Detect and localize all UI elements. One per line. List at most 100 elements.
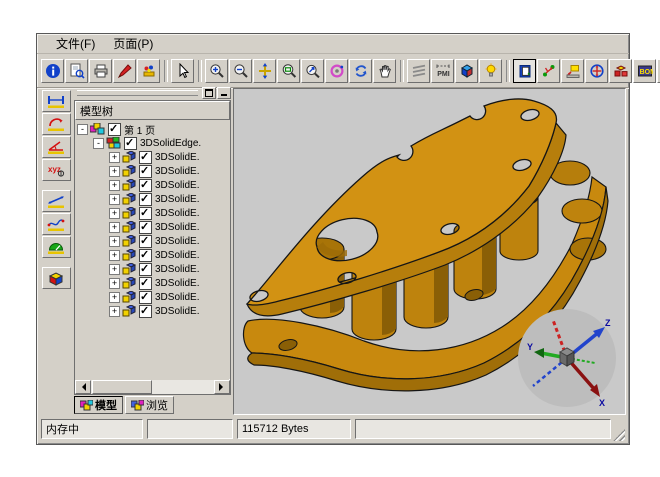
checkbox[interactable] xyxy=(139,263,152,276)
panel-hide-button[interactable] xyxy=(217,87,231,99)
move-part-button[interactable] xyxy=(561,59,584,83)
coordinate-xyz-button[interactable]: xyz xyxy=(42,159,71,181)
zoom-window-button[interactable] xyxy=(277,59,300,83)
expander-icon[interactable]: + xyxy=(109,208,120,219)
checkbox[interactable] xyxy=(139,179,152,192)
explode-button[interactable] xyxy=(609,59,632,83)
tree-item-part[interactable]: +3DSolidE. xyxy=(77,164,230,178)
checkbox[interactable] xyxy=(139,277,152,290)
tree-item-label[interactable]: 3DSolidE. xyxy=(155,306,199,317)
gauge-button[interactable] xyxy=(42,236,71,258)
light-button[interactable] xyxy=(479,59,502,83)
checkbox[interactable] xyxy=(139,291,152,304)
tree-item-label[interactable]: 3DSolidEdge. xyxy=(140,138,201,149)
tree-item-assembly[interactable]: - 3DSolidEdge. xyxy=(77,136,230,150)
layers-button[interactable] xyxy=(407,59,430,83)
resize-grip[interactable] xyxy=(613,429,625,441)
tree-item-part[interactable]: +3DSolidE. xyxy=(77,304,230,318)
tree-item-label[interactable]: 3DSolidE. xyxy=(155,208,199,219)
tree-item-page[interactable]: - 第 1 页 xyxy=(77,122,230,136)
checkbox[interactable] xyxy=(108,123,121,136)
viewport-3d[interactable]: Z Y X xyxy=(233,88,626,415)
scrollbar-thumb[interactable] xyxy=(92,380,152,394)
zoom-dynamic-button[interactable] xyxy=(301,59,324,83)
expander-icon[interactable]: + xyxy=(109,292,120,303)
checkbox[interactable] xyxy=(139,235,152,248)
refresh-button[interactable] xyxy=(349,59,372,83)
orientation-widget[interactable]: Z Y X xyxy=(515,306,619,410)
zoom-in-button[interactable] xyxy=(205,59,228,83)
checkbox[interactable] xyxy=(139,305,152,318)
panel-float-button[interactable] xyxy=(202,87,216,99)
zoom-out-button[interactable] xyxy=(229,59,252,83)
print-button[interactable] xyxy=(89,59,112,83)
measure-length-button[interactable] xyxy=(42,90,71,112)
menu-file[interactable]: 文件(F) xyxy=(47,33,104,54)
expander-icon[interactable]: + xyxy=(109,222,120,233)
tree-item-part[interactable]: +3DSolidE. xyxy=(77,220,230,234)
expander-icon[interactable]: + xyxy=(109,152,120,163)
open-document-button[interactable] xyxy=(65,59,88,83)
bom-button[interactable]: BOM xyxy=(633,59,656,83)
checkbox[interactable] xyxy=(139,207,152,220)
tree-item-label[interactable]: 3DSolidE. xyxy=(155,250,199,261)
expander-icon[interactable]: + xyxy=(109,236,120,247)
measure-distance-button[interactable] xyxy=(42,190,71,212)
tree-item-part[interactable]: +3DSolidE. xyxy=(77,248,230,262)
tree-item-label[interactable]: 第 1 页 xyxy=(124,122,155,137)
expander-icon[interactable]: + xyxy=(109,264,120,275)
tree-item-label[interactable]: 3DSolidE. xyxy=(155,292,199,303)
pan-cross-button[interactable] xyxy=(253,59,276,83)
notebook-button[interactable] xyxy=(513,59,536,83)
expander-icon[interactable]: + xyxy=(109,194,120,205)
measure-radius-button[interactable] xyxy=(42,113,71,135)
info-button[interactable] xyxy=(41,59,64,83)
menu-page[interactable]: 页面(P) xyxy=(104,33,162,54)
measure-curve-button[interactable] xyxy=(42,213,71,235)
checkbox[interactable] xyxy=(139,151,152,164)
tab-model[interactable]: 模型 xyxy=(74,396,123,414)
tree-item-part[interactable]: +3DSolidE. xyxy=(77,206,230,220)
select-button[interactable] xyxy=(171,59,194,83)
tree-item-label[interactable]: 3DSolidE. xyxy=(155,278,199,289)
tree-item-part[interactable]: +3DSolidE. xyxy=(77,150,230,164)
tree-horizontal-scrollbar[interactable] xyxy=(75,380,230,394)
tree-item-label[interactable]: 3DSolidE. xyxy=(155,194,199,205)
checkbox[interactable] xyxy=(139,221,152,234)
expander-icon[interactable]: + xyxy=(109,180,120,191)
checkbox[interactable] xyxy=(139,165,152,178)
expander-icon[interactable]: + xyxy=(109,278,120,289)
tab-browse[interactable]: 浏览 xyxy=(125,396,174,414)
scroll-left-button[interactable] xyxy=(75,380,91,394)
measure-angle-button[interactable] xyxy=(42,136,71,158)
stamp-color-button[interactable] xyxy=(137,59,160,83)
pan-hand-button[interactable] xyxy=(373,59,396,83)
checkbox[interactable] xyxy=(124,137,137,150)
expander-icon[interactable]: - xyxy=(77,124,88,135)
tree-item-label[interactable]: 3DSolidE. xyxy=(155,152,199,163)
panel-gripper-icon[interactable] xyxy=(77,90,198,96)
checkbox[interactable] xyxy=(139,249,152,262)
expander-icon[interactable]: + xyxy=(109,306,120,317)
orbit-button[interactable] xyxy=(585,59,608,83)
expander-icon[interactable]: + xyxy=(109,166,120,177)
tree-item-part[interactable]: +3DSolidE. xyxy=(77,192,230,206)
tree-item-label[interactable]: 3DSolidE. xyxy=(155,180,199,191)
assembly-nav-button[interactable] xyxy=(537,59,560,83)
tree-item-part[interactable]: +3DSolidE. xyxy=(77,276,230,290)
rotate-view-button[interactable] xyxy=(325,59,348,83)
tree-item-label[interactable]: 3DSolidE. xyxy=(155,236,199,247)
tree-item-part[interactable]: +3DSolidE. xyxy=(77,262,230,276)
model-tree[interactable]: - 第 1 页 - 3DSolidEdge. +3DSolidE. +3DSol… xyxy=(75,120,230,379)
tree-item-label[interactable]: 3DSolidE. xyxy=(155,222,199,233)
pmi-button[interactable]: PMI xyxy=(431,59,454,83)
tree-item-label[interactable]: 3DSolidE. xyxy=(155,166,199,177)
expander-icon[interactable]: + xyxy=(109,250,120,261)
solid-volume-button[interactable] xyxy=(42,267,71,289)
panel-titlebar[interactable] xyxy=(74,88,231,98)
checkbox[interactable] xyxy=(139,193,152,206)
view-cube-button[interactable] xyxy=(455,59,478,83)
scroll-right-button[interactable] xyxy=(214,380,230,394)
annotate-button[interactable] xyxy=(113,59,136,83)
tree-item-part[interactable]: +3DSolidE. xyxy=(77,178,230,192)
